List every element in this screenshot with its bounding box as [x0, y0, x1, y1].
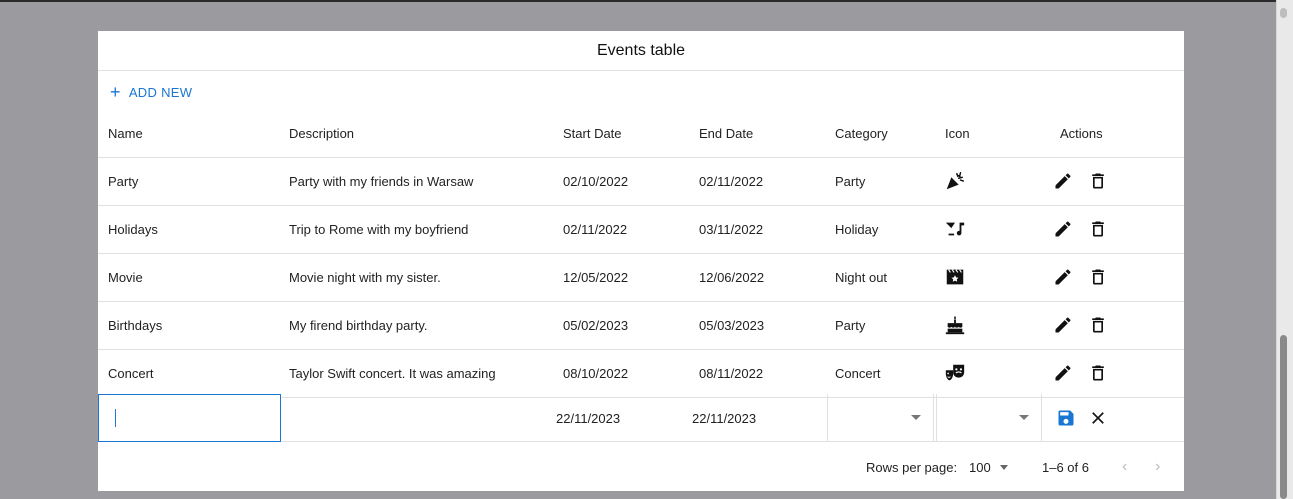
- table-row: Movie Movie night with my sister. 12/05/…: [98, 254, 1184, 302]
- cell-name: Party: [108, 174, 139, 189]
- icon-select[interactable]: [936, 394, 1042, 442]
- next-page-icon[interactable]: ›: [1155, 458, 1160, 476]
- rows-per-page-label: Rows per page:: [866, 460, 958, 475]
- cell-category: Night out: [835, 270, 888, 285]
- table-row: Holidays Trip to Rome with my boyfriend …: [98, 206, 1184, 254]
- end-date-input[interactable]: 22/11/2023: [692, 411, 756, 426]
- previous-page-icon[interactable]: ‹: [1122, 458, 1127, 476]
- save-icon[interactable]: [1056, 408, 1076, 428]
- cell-end-date: 05/03/2023: [699, 318, 765, 333]
- cell-name: Birthdays: [108, 318, 163, 333]
- cell-end-date: 02/11/2022: [699, 174, 764, 189]
- table-pagination: Rows per page: 100 1–6 of 6 ‹ ›: [98, 442, 1184, 491]
- theater-masks-icon: [944, 362, 966, 384]
- table-title: Events table: [596, 42, 686, 59]
- window-top-border: [0, 0, 1276, 2]
- cell-name: Concert: [108, 366, 154, 381]
- plus-icon: +: [110, 82, 121, 102]
- cell-start-date: 05/02/2023: [563, 318, 629, 333]
- column-header-end-date[interactable]: End Date: [699, 126, 753, 141]
- edit-icon[interactable]: [1053, 363, 1073, 383]
- table-row: Birthdays My firend birthday party. 05/0…: [98, 302, 1184, 350]
- start-date-input[interactable]: 22/11/2023: [556, 411, 620, 426]
- edit-icon[interactable]: [1053, 315, 1073, 335]
- column-header-description[interactable]: Description: [289, 126, 354, 141]
- chevron-down-icon: [911, 415, 921, 420]
- column-header-category[interactable]: Category: [835, 126, 888, 141]
- chevron-down-icon[interactable]: [1000, 465, 1008, 470]
- cell-description: My firend birthday party.: [289, 318, 428, 333]
- party-popper-icon: [944, 170, 966, 192]
- column-header-actions: Actions: [1060, 126, 1103, 141]
- cell-category: Party: [835, 318, 866, 333]
- pagination-range: 1–6 of 6: [1042, 460, 1089, 475]
- add-new-label: ADD NEW: [128, 84, 193, 100]
- edit-icon[interactable]: [1053, 267, 1073, 287]
- table-row: Concert Taylor Swift concert. It was ama…: [98, 350, 1184, 398]
- cell-end-date: 03/11/2022: [699, 222, 764, 237]
- scrollbar-top: [1280, 8, 1287, 18]
- cell-name: Movie: [108, 270, 143, 285]
- description-input[interactable]: [281, 394, 548, 442]
- delete-icon[interactable]: [1088, 315, 1108, 335]
- delete-icon[interactable]: [1088, 363, 1108, 383]
- events-table-card: Events table + ADD NEW Name Description …: [98, 31, 1184, 491]
- cell-end-date: 12/06/2022: [699, 270, 765, 285]
- delete-icon[interactable]: [1088, 171, 1108, 191]
- cell-category: Party: [835, 174, 866, 189]
- birthday-cake-icon: [944, 314, 966, 336]
- cell-start-date: 02/10/2022: [563, 174, 629, 189]
- column-header-icon[interactable]: Icon: [945, 126, 970, 141]
- chevron-down-icon: [1019, 415, 1029, 420]
- table-row: Party Party with my friends in Warsaw 02…: [98, 158, 1184, 206]
- name-input[interactable]: [98, 394, 281, 442]
- delete-icon[interactable]: [1088, 267, 1108, 287]
- edit-icon[interactable]: [1053, 219, 1073, 239]
- cell-end-date: 08/11/2022: [699, 366, 764, 381]
- text-caret: [115, 409, 116, 427]
- add-new-button[interactable]: + ADD NEW: [110, 83, 192, 101]
- category-select[interactable]: [827, 394, 934, 442]
- cell-category: Concert: [835, 366, 881, 381]
- cocktail-music-icon: [944, 218, 966, 240]
- column-header-name[interactable]: Name: [108, 126, 143, 141]
- close-icon[interactable]: [1088, 408, 1108, 428]
- cell-description: Taylor Swift concert. It was amazing: [289, 366, 496, 381]
- cell-start-date: 02/11/2022: [563, 222, 628, 237]
- column-header-start-date[interactable]: Start Date: [563, 126, 622, 141]
- cell-start-date: 08/10/2022: [563, 366, 629, 381]
- cell-description: Trip to Rome with my boyfriend: [289, 222, 469, 237]
- cell-start-date: 12/05/2022: [563, 270, 629, 285]
- table-title-bar: Events table: [98, 31, 1184, 71]
- rows-per-page-select[interactable]: 100: [969, 460, 991, 475]
- vertical-scrollbar[interactable]: [1276, 0, 1293, 499]
- scrollbar-thumb[interactable]: [1280, 335, 1287, 499]
- delete-icon[interactable]: [1088, 219, 1108, 239]
- cell-category: Holiday: [835, 222, 879, 237]
- cell-description: Party with my friends in Warsaw: [289, 174, 474, 189]
- cell-description: Movie night with my sister.: [289, 270, 441, 285]
- cell-name: Holidays: [108, 222, 158, 237]
- movie-clapper-icon: [944, 266, 966, 288]
- new-event-row: 22/11/2023 22/11/2023: [98, 394, 1184, 442]
- edit-icon[interactable]: [1053, 171, 1073, 191]
